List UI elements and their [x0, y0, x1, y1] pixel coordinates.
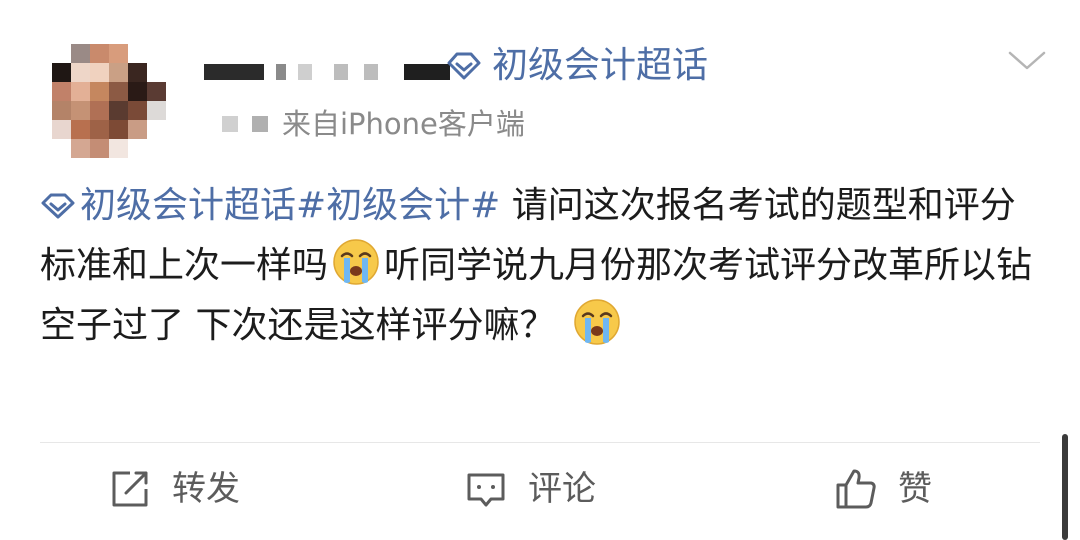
like-button[interactable]: 赞	[834, 465, 932, 513]
diamond-icon	[447, 52, 481, 80]
like-label: 赞	[898, 469, 932, 509]
weibo-post-card: 初级会计超话 来自iPhone客户端 初级会计超话#初级会计# 请问这次报名考试…	[0, 0, 1080, 540]
hashtag-link[interactable]: #初级会计#	[296, 185, 500, 226]
action-bar: 转发 评论 赞	[0, 443, 1080, 540]
supertopic-label: 初级会计超话	[492, 45, 709, 86]
comment-icon	[467, 473, 505, 507]
post-meta: 来自iPhone客户端	[222, 104, 525, 144]
comment-button[interactable]: 评论	[464, 465, 596, 513]
supertopic-link[interactable]: 初级会计超话	[446, 42, 708, 90]
comment-label: 评论	[528, 469, 596, 509]
topic-link[interactable]: 初级会计超话	[40, 185, 296, 226]
timestamp-redacted	[222, 116, 268, 132]
crying-face-icon	[573, 298, 621, 346]
avatar[interactable]	[52, 44, 166, 158]
diamond-icon	[41, 193, 75, 219]
repost-button[interactable]: 转发	[108, 465, 240, 513]
post-body: 初级会计超话#初级会计# 请问这次报名考试的题型和评分标准和上次一样吗 听同学说…	[40, 176, 1040, 356]
topic-label: 初级会计超话	[80, 185, 297, 226]
username-redacted[interactable]	[204, 60, 450, 84]
thumbs-up-icon	[836, 469, 876, 509]
share-icon	[112, 471, 148, 507]
crying-face-icon	[332, 238, 380, 286]
chevron-down-icon[interactable]	[1006, 46, 1048, 76]
scrollbar[interactable]	[1062, 434, 1068, 540]
source-label: 来自iPhone客户端	[282, 107, 525, 141]
repost-label: 转发	[172, 469, 240, 509]
